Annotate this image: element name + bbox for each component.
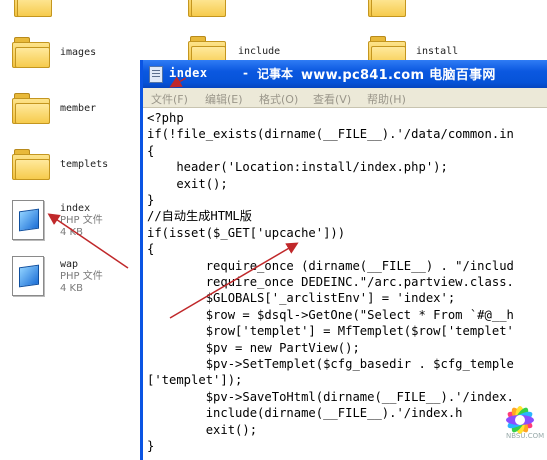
code-line: <?php (147, 111, 184, 125)
code-line: { (147, 242, 155, 257)
code-line: ['templet']); (147, 373, 243, 388)
folder-label-images[interactable]: images (60, 47, 96, 58)
folder-icon[interactable] (12, 93, 50, 124)
folder-icon[interactable] (368, 0, 406, 17)
code-line: $GLOBALS['_arclistEnv'] = 'index'; (147, 291, 456, 306)
menu-edit[interactable]: 编辑(E) (205, 91, 243, 107)
code-line: require_once (dirname(__FILE__) . "/incl… (147, 258, 514, 273)
code-line: include(dirname(__FILE__).'/index.h (147, 406, 463, 421)
file-type-index: PHP 文件 (60, 215, 103, 226)
menu-help[interactable]: 帮助(H) (367, 91, 406, 107)
file-size-index: 4 KB (60, 227, 83, 238)
folder-icon[interactable] (188, 0, 226, 17)
file-name-index[interactable]: index (60, 203, 90, 214)
file-name-wap[interactable]: wap (60, 259, 78, 270)
code-line: $pv->SetTemplet($cfg_basedir . $cfg_temp… (147, 357, 514, 371)
folder-label-include[interactable]: include (238, 46, 280, 57)
menu-view[interactable]: 查看(V) (313, 91, 351, 107)
code-line: { (147, 143, 155, 158)
code-line: $pv->SaveToHtml(dirname(__FILE__).'/inde… (147, 389, 514, 404)
menu-format[interactable]: 格式(O) (259, 91, 298, 107)
code-line: exit(); (147, 176, 228, 191)
text-editor[interactable]: <?php if(!file_exists(dirname(__FILE__).'… (147, 110, 547, 460)
menu-bar: 文件(F) 编辑(E) 格式(O) 查看(V) 帮助(H) (143, 88, 547, 108)
php-file-icon[interactable] (12, 256, 44, 296)
code-line: $row = $dsql->GetOne("Select * From `#@_… (147, 307, 514, 322)
corner-logo-text: NBSU.COM (506, 432, 545, 440)
code-line: require_once DEDEINC."/arc.partview.clas… (147, 275, 514, 289)
menu-file[interactable]: 文件(F) (151, 91, 188, 107)
file-type-wap: PHP 文件 (60, 271, 103, 282)
php-file-icon[interactable] (12, 200, 44, 240)
code-line: $row['templet'] = MfTemplet($row['temple… (147, 324, 514, 339)
watermark-site-name: 电脑百事网 (429, 68, 496, 83)
notepad-icon (149, 66, 163, 83)
folder-label-install[interactable]: install (416, 46, 458, 57)
code-line: header('Location:install/index.php'); (147, 160, 448, 175)
code-line: if(!file_exists(dirname(__FILE__).'/data… (147, 127, 514, 142)
code-line: exit(); (147, 422, 258, 437)
file-size-wap: 4 KB (60, 283, 83, 294)
watermark: www.pc841.com 电脑百事网 (301, 64, 496, 83)
code-line: //自动生成HTML版 (147, 209, 252, 224)
folder-icon[interactable] (12, 37, 50, 68)
watermark-url: www.pc841.com (301, 68, 425, 83)
title-bar[interactable]: index - 记事本 www.pc841.com 电脑百事网 (143, 60, 547, 88)
code-line: } (147, 439, 155, 453)
folder-label-member[interactable]: member (60, 103, 96, 114)
notepad-window[interactable]: index - 记事本 www.pc841.com 电脑百事网 文件(F) 编辑… (140, 60, 547, 460)
code-line: if(isset($_GET['upcache'])) (147, 225, 346, 240)
folder-label-templets[interactable]: templets (60, 159, 108, 170)
title-separator: - (243, 66, 248, 80)
code-line: $pv = new PartView(); (147, 340, 360, 355)
window-app-name: 记事本 (257, 67, 294, 81)
code-line: } (147, 193, 155, 207)
folder-icon[interactable] (14, 0, 52, 17)
folder-icon[interactable] (12, 149, 50, 180)
window-filename: index (169, 66, 208, 80)
